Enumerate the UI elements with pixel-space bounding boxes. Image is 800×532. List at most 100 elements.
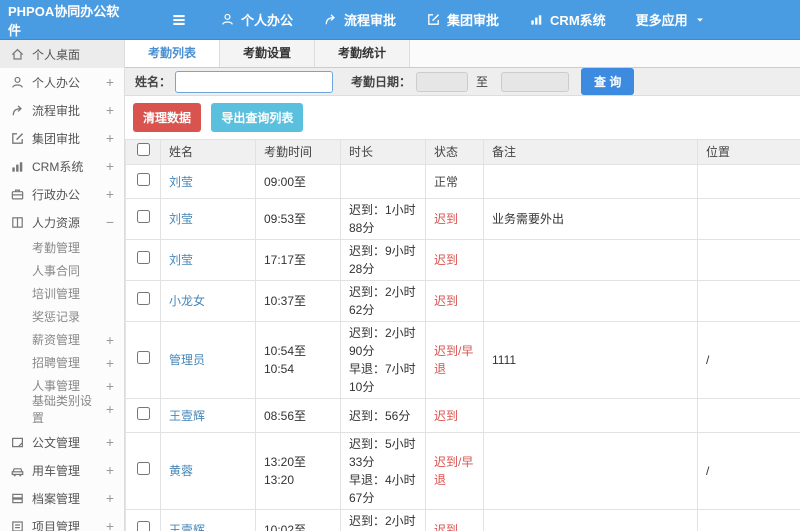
app-logo: PHPOA协同办公软件 [8, 3, 120, 38]
hr-submenu: 考勤管理 人事合同 培训管理 奖惩记录 薪资管理 + 招聘管理 + 人事管理 + [0, 236, 124, 425]
status-cell: 迟到 [425, 398, 484, 433]
sidebar-item-project-mgmt[interactable]: 项目管理 + [0, 512, 124, 531]
attendance-time: 08:56至 [255, 398, 341, 433]
duration-cell: 迟到：1小时88分 [340, 198, 426, 240]
table-header-row: 姓名 考勤时间 时长 状态 备注 位置 [125, 139, 800, 165]
sidebar-item-vehicle-mgmt[interactable]: 用车管理 + [0, 456, 124, 484]
expand-toggle[interactable]: + [102, 518, 114, 531]
sidebar-item-crm-system[interactable]: CRM系统 + [0, 152, 124, 180]
expand-toggle[interactable]: + [102, 186, 114, 202]
sidebar-item-human-resources[interactable]: 人力资源 − [0, 208, 124, 236]
sidebar-item-document-mgmt[interactable]: 公文管理 + [0, 428, 124, 456]
sidebar-item-workflow-approval[interactable]: 流程审批 + [0, 96, 124, 124]
sidebar-subitem-attendance-mgmt[interactable]: 考勤管理 [0, 236, 124, 259]
status-cell: 迟到/早退 [425, 432, 484, 510]
topnav-label: 更多应用 [635, 13, 688, 28]
row-checkbox[interactable] [136, 406, 150, 420]
header-name: 姓名 [160, 139, 256, 165]
attendance-time: 10:37至 [255, 280, 341, 322]
employee-link[interactable]: 刘莹 [169, 253, 193, 267]
employee-link[interactable]: 小龙女 [169, 294, 205, 308]
row-checkbox[interactable] [136, 292, 150, 305]
employee-link[interactable]: 黄蓉 [169, 464, 193, 478]
duration-cell: 迟到：2小时03分 [340, 509, 426, 531]
sidebar-item-admin-office[interactable]: 行政办公 + [0, 180, 124, 208]
expand-toggle[interactable]: + [102, 102, 114, 118]
sidebar-item-label: 项目管理 [32, 519, 81, 532]
expand-toggle[interactable]: + [102, 462, 114, 478]
topnav-crm-system[interactable]: CRM系统 [529, 10, 606, 29]
expand-toggle[interactable]: + [102, 401, 114, 417]
select-all-checkbox[interactable] [136, 143, 150, 156]
expand-toggle[interactable]: + [102, 490, 114, 506]
topnav-group-approval[interactable]: 集团审批 [426, 10, 499, 29]
sidebar-subitem-salary-mgmt[interactable]: 薪资管理 + [0, 328, 124, 351]
sidebar-item-group-approval[interactable]: 集团审批 + [0, 124, 124, 152]
employee-link[interactable]: 王壹辉 [169, 523, 205, 531]
expand-toggle[interactable]: + [102, 158, 114, 174]
row-checkbox[interactable] [136, 462, 150, 475]
table-row: 管理员 10:54至10:54 迟到：2小时90分 早退：7小时10分 迟到/早退… [125, 321, 800, 399]
employee-link[interactable]: 刘莹 [169, 212, 193, 226]
expand-toggle[interactable]: + [102, 74, 114, 90]
sidebar-subitem-reward-punish[interactable]: 奖惩记录 [0, 305, 124, 328]
sidebar-item-label: CRM系统 [32, 159, 84, 174]
note-cell [483, 509, 698, 531]
sidebar-item-archive-mgmt[interactable]: 档案管理 + [0, 484, 124, 512]
user-icon [220, 12, 235, 27]
status-cell: 迟到 [425, 198, 484, 240]
expand-toggle[interactable]: + [102, 378, 114, 394]
sidebar-item-personal-office[interactable]: 个人办公 + [0, 68, 124, 96]
export-list-button[interactable]: 导出查询列表 [211, 103, 304, 132]
tab-attendance-list[interactable]: 考勤列表 [125, 40, 220, 67]
expand-toggle[interactable]: + [102, 332, 114, 348]
row-checkbox[interactable] [136, 210, 150, 223]
row-checkbox[interactable] [136, 521, 150, 531]
tab-attendance-settings[interactable]: 考勤设置 [220, 40, 315, 67]
topnav-label: 流程审批 [344, 13, 397, 28]
employee-link[interactable]: 管理员 [169, 353, 205, 367]
sidebar-item-personal-desktop[interactable]: 个人桌面 [0, 40, 124, 68]
sidebar-subitem-hr-contract[interactable]: 人事合同 [0, 259, 124, 282]
car-icon [10, 463, 25, 478]
sidebar-item-label: 集团审批 [32, 131, 81, 146]
note-cell [483, 164, 698, 199]
topnav-label: 集团审批 [447, 13, 500, 28]
date-to-input[interactable] [501, 71, 570, 92]
collapse-toggle[interactable]: − [102, 214, 114, 230]
expand-toggle[interactable]: + [102, 130, 114, 146]
date-from-input[interactable] [416, 71, 469, 92]
location-cell [697, 239, 800, 281]
location-cell [697, 198, 800, 240]
sidebar-item-label: 个人桌面 [32, 47, 81, 62]
sidebar-item-label: 人力资源 [32, 215, 81, 230]
name-input[interactable] [175, 70, 334, 93]
employee-link[interactable]: 王壹辉 [169, 409, 205, 423]
location-cell [697, 398, 800, 433]
row-checkbox[interactable] [136, 172, 150, 186]
tab-attendance-stats[interactable]: 考勤统计 [315, 40, 410, 67]
flow-icon [10, 103, 25, 118]
note-cell [483, 398, 698, 433]
topnav-workflow-approval[interactable]: 流程审批 [323, 10, 396, 29]
attendance-time: 10:02至 [255, 509, 341, 531]
note-cell [483, 280, 698, 322]
topnav-more-apps[interactable]: 更多应用 [636, 10, 706, 29]
table-row: 黄蓉 13:20至13:20 迟到：5小时33分 早退：4小时67分 迟到/早退 … [125, 432, 800, 510]
topnav-personal-office[interactable]: 个人办公 [220, 10, 293, 29]
row-checkbox[interactable] [136, 251, 150, 264]
table-row: 王壹辉 10:02至 迟到：2小时03分 迟到 [125, 509, 800, 531]
search-button[interactable]: 查 询 [581, 68, 635, 95]
sidebar-subitem-training-mgmt[interactable]: 培训管理 [0, 282, 124, 305]
expand-toggle[interactable]: + [102, 355, 114, 371]
note-cell: 1111 [483, 321, 698, 399]
duration-cell: 迟到：2小时62分 [340, 280, 426, 322]
row-checkbox[interactable] [136, 351, 150, 364]
sidebar-subitem-base-category[interactable]: 基础类别设置 + [0, 394, 124, 425]
sidebar-subitem-recruit-mgmt[interactable]: 招聘管理 + [0, 351, 124, 374]
project-icon [10, 519, 25, 532]
expand-toggle[interactable]: + [102, 434, 114, 450]
hamburger-menu-icon[interactable] [170, 10, 190, 30]
employee-link[interactable]: 刘莹 [169, 175, 193, 189]
clean-data-button[interactable]: 清理数据 [133, 103, 202, 132]
